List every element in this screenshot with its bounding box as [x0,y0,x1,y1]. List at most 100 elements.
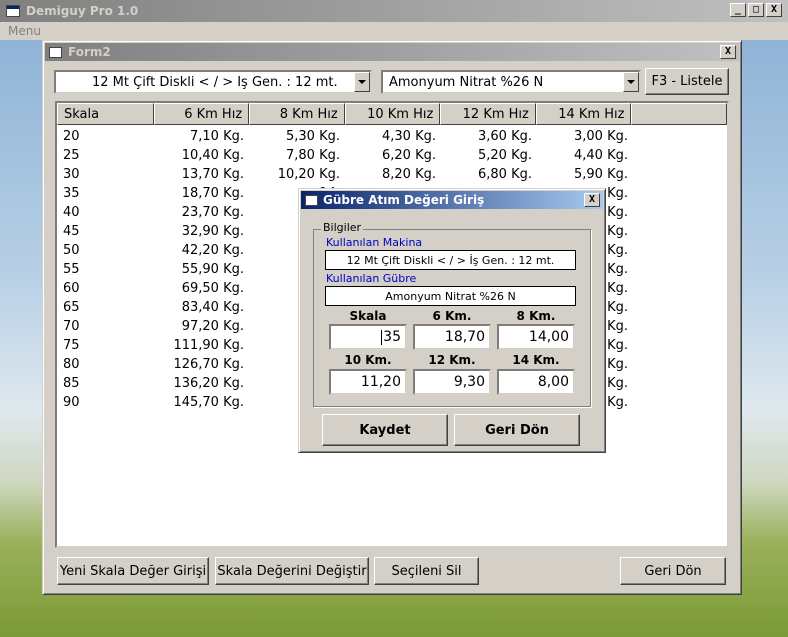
table-cell: 126,70 Kg. [173,357,244,372]
machine-value: 12 Mt Çift Diskli < / > İş Gen. : 12 mt. [325,250,576,270]
fertilizer-combo-value: Amonyum Nitrat %26 N [389,74,544,90]
app-titlebar: Demiguy Pro 1.0 _ □ X [0,0,788,22]
km14-input-value: 8,00 [537,374,569,390]
back-button[interactable]: Geri Dön [620,557,726,585]
table-cell: 18,70 Kg. [181,186,244,201]
table-cell: 111,90 Kg. [173,338,244,353]
table-cell: 6,20 Kg. [382,148,436,163]
km12-caption: 12 Km. [428,353,476,367]
table-cell: 3,60 Kg. [478,129,532,144]
table-cell: 83,40 Kg. [181,300,244,315]
km10-caption: 10 Km. [344,353,392,367]
column-header-skala[interactable]: Skala [57,103,154,125]
save-button[interactable]: Kaydet [322,414,448,446]
table-cell: 75 [63,338,80,353]
skala-caption: Skala [349,309,387,323]
dialog-close-button[interactable]: X [584,193,600,207]
form2-window-icon [49,46,62,58]
dialog-window-icon [305,194,318,206]
table-cell: 20 [63,129,80,144]
fertilizer-value: Amonyum Nitrat %26 N [325,286,576,306]
table-cell: 8,20 Kg. [382,167,436,182]
km14-input[interactable]: 8,00 [497,369,575,395]
column-header-6km[interactable]: 6 Km Hız [153,103,250,125]
machine-combo[interactable]: 12 Mt Çift Diskli < / > İş Gen. : 12 mt. [54,70,372,94]
fertilizer-label: Kullanılan Gübre [326,272,417,285]
form2-title: Form2 [68,45,111,59]
menu-bar: Menu [0,22,788,40]
table-row[interactable]: 30 13,70 Kg. 10,20 Kg. 8,20 Kg. 6,80 Kg. 5,90… [57,165,727,184]
km14-caption: 14 Km. [512,353,560,367]
app-window-icon [6,5,20,17]
chevron-down-icon[interactable] [354,72,370,92]
dialog-back-button[interactable]: Geri Dön [454,414,580,446]
table-cell: 70 [63,319,80,334]
skala-input[interactable]: 35 [329,324,407,350]
column-header-14km[interactable]: 14 Km Hız [535,103,632,125]
fertilizer-entry-dialog: Gübre Atım Değeri Giriş X Bilgiler Kulla… [298,188,606,453]
dialog-title: Gübre Atım Değeri Giriş [323,193,485,207]
table-cell: 30 [63,167,80,182]
table-cell: 50 [63,243,80,258]
list-button[interactable]: F3 - Listele [645,68,729,95]
minimize-button[interactable]: _ [730,3,746,17]
table-cell: 55,90 Kg. [181,262,244,277]
table-cell: 85 [63,376,80,391]
table-cell: 45 [63,224,80,239]
column-header-empty [631,103,727,125]
menu-item-menu[interactable]: Menu [0,22,49,40]
km8-input-value: 14,00 [528,329,569,345]
km10-input-value: 11,20 [360,374,401,390]
chevron-down-icon[interactable] [623,72,639,92]
table-cell: 7,80 Kg. [286,148,340,163]
table-cell: 80 [63,357,80,372]
delete-selected-button[interactable]: Seçileni Sil [374,557,479,585]
app-title: Demiguy Pro 1.0 [26,4,139,18]
km6-input[interactable]: 18,70 [413,324,491,350]
table-cell: 5,90 Kg. [574,167,628,182]
km12-input[interactable]: 9,30 [413,369,491,395]
fertilizer-combo[interactable]: Amonyum Nitrat %26 N [381,70,641,94]
table-cell: 23,70 Kg. [181,205,244,220]
column-header-8km[interactable]: 8 Km Hız [249,103,345,125]
column-header-12km[interactable]: 12 Km Hız [440,103,536,125]
maximize-button[interactable]: □ [748,3,764,17]
new-scale-button[interactable]: Yeni Skala Değer Girişi [57,557,209,585]
table-cell: 90 [63,395,80,410]
km8-caption: 8 Km. [516,309,556,323]
machine-combo-value: 12 Mt Çift Diskli < / > İş Gen. : 12 mt. [92,74,338,90]
close-button[interactable]: X [766,3,782,17]
form2-titlebar: Form2 X [45,43,739,61]
table-cell: 145,70 Kg. [173,395,244,410]
km12-input-value: 9,30 [453,374,485,390]
km6-caption: 6 Km. [432,309,472,323]
table-cell: 65 [63,300,80,315]
table-header: Skala 6 Km Hız 8 Km Hız 10 Km Hız 12 Km … [57,103,727,125]
table-cell: 40 [63,205,80,220]
table-cell: 35 [63,186,80,201]
table-row[interactable]: 25 10,40 Kg. 7,80 Kg. 6,20 Kg. 5,20 Kg. 4,40 … [57,146,727,165]
km10-input[interactable]: 11,20 [329,369,407,395]
table-cell: 5,30 Kg. [286,129,340,144]
table-cell: 60 [63,281,80,296]
table-cell: 10,20 Kg. [277,167,340,182]
km6-input-value: 18,70 [444,329,485,345]
column-header-10km[interactable]: 10 Km Hız [344,103,441,125]
table-cell: 32,90 Kg. [181,224,244,239]
km8-input[interactable]: 14,00 [497,324,575,350]
table-cell: 69,50 Kg. [181,281,244,296]
form2-close-button[interactable]: X [720,45,736,59]
table-cell: 4,30 Kg. [382,129,436,144]
table-row[interactable]: 20 7,10 Kg. 5,30 Kg. 4,30 Kg. 3,60 Kg. 3,00 K… [57,127,727,146]
table-cell: 7,10 Kg. [190,129,244,144]
change-scale-button[interactable]: Skala Değerini Değiştir [215,557,369,585]
table-cell: 136,20 Kg. [173,376,244,391]
table-cell: 6,80 Kg. [478,167,532,182]
app-window-buttons: _ □ X [730,3,782,17]
table-cell: 3,00 Kg. [574,129,628,144]
table-cell: 4,40 Kg. [574,148,628,163]
table-cell: 13,70 Kg. [181,167,244,182]
skala-input-value: 35 [383,329,401,345]
table-cell: 97,20 Kg. [181,319,244,334]
table-cell: 5,20 Kg. [478,148,532,163]
